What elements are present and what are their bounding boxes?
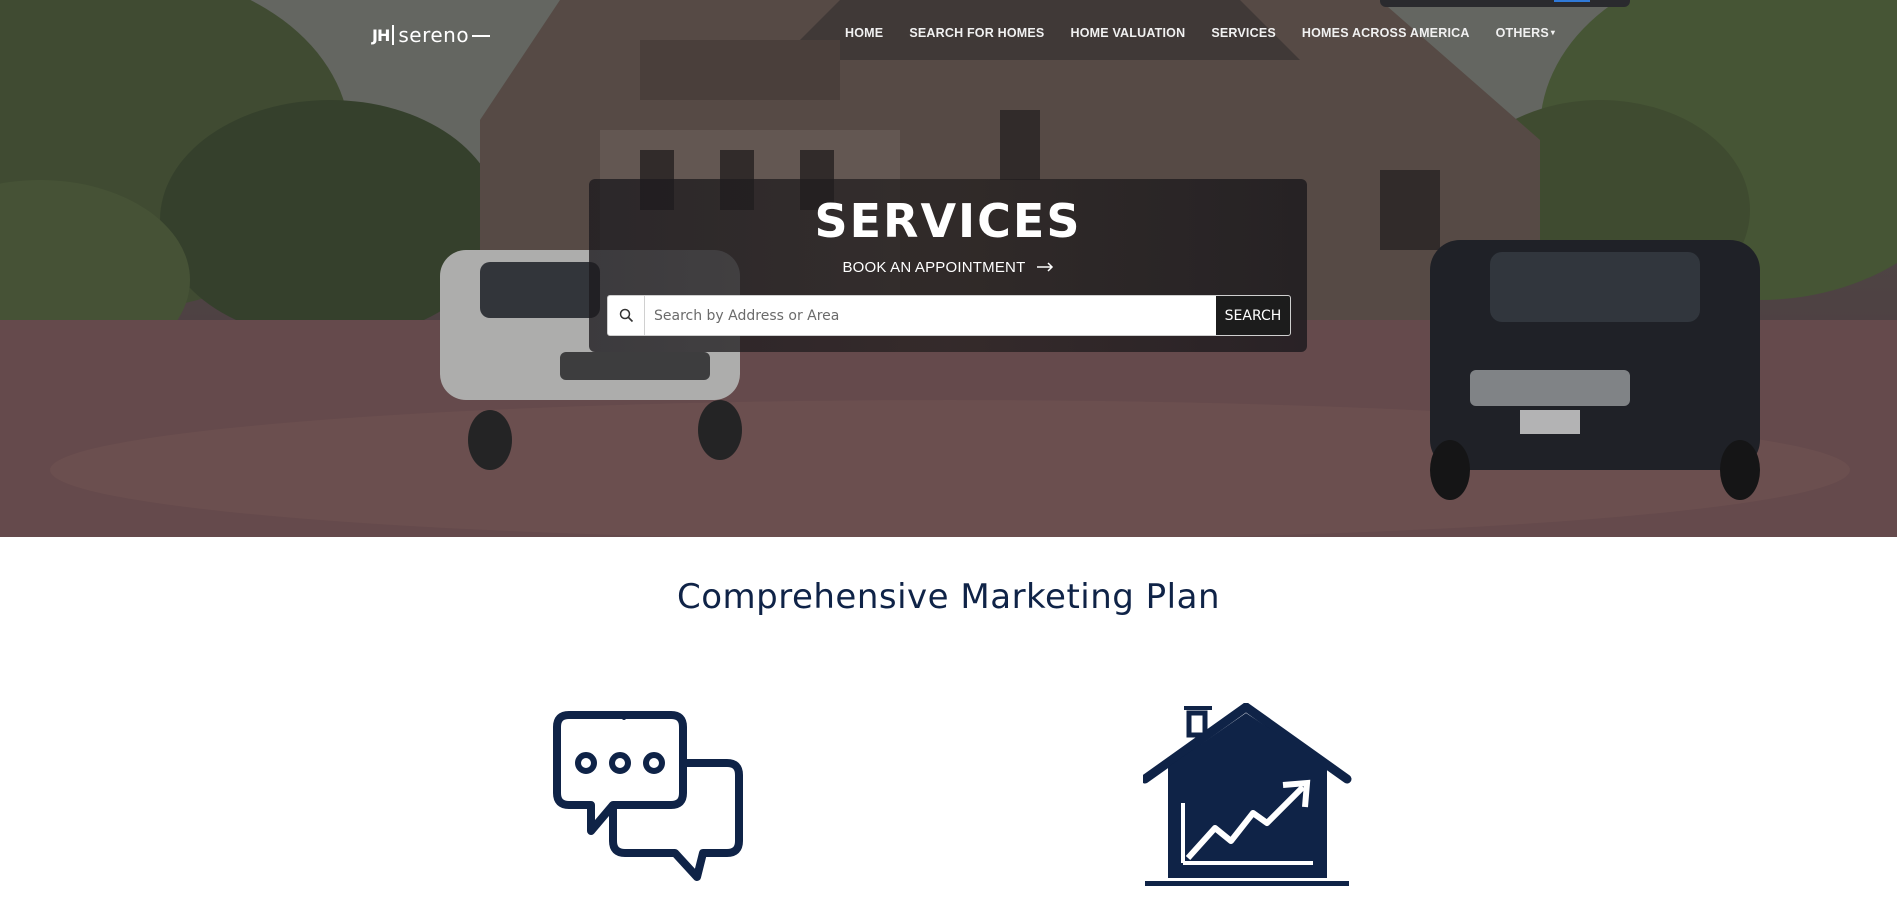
logo-mark: JH (372, 25, 390, 45)
search-bar: SEARCH (607, 295, 1291, 336)
page-title: SERVICES (814, 194, 1082, 248)
nav-others-label: OTHERS (1495, 26, 1549, 40)
nav-services[interactable]: SERVICES (1211, 26, 1276, 40)
search-button[interactable]: SEARCH (1216, 296, 1290, 335)
top-right-accent (1554, 0, 1590, 2)
nav-search-for-homes[interactable]: SEARCH FOR HOMES (909, 26, 1044, 40)
house-growth-icon (1143, 703, 1352, 886)
nav-home-valuation[interactable]: HOME VALUATION (1070, 26, 1185, 40)
logo-wordmark: sereno (398, 23, 470, 47)
logo-divider (392, 25, 395, 45)
nav-home[interactable]: HOME (845, 26, 883, 40)
nav-homes-across-america[interactable]: HOMES ACROSS AMERICA (1302, 26, 1470, 40)
search-icon[interactable] (608, 296, 645, 335)
section-title: Comprehensive Marketing Plan (676, 577, 1220, 617)
chat-bubbles-icon (553, 711, 743, 881)
main-nav: HOME SEARCH FOR HOMES HOME VALUATION SER… (845, 26, 1581, 40)
brand-logo[interactable]: JH sereno (372, 20, 491, 50)
logo-tail-line (472, 35, 491, 37)
nav-others[interactable]: OTHERS ▾ (1496, 26, 1556, 40)
hero-search-panel: SERVICES BOOK AN APPOINTMENT SEARCH (589, 179, 1307, 352)
arrow-right-icon (1036, 262, 1054, 272)
book-appointment-label: BOOK AN APPOINTMENT (842, 259, 1026, 276)
top-right-widget (1380, 0, 1630, 7)
hero-banner: JH sereno HOME SEARCH FOR HOMES HOME VAL… (0, 0, 1897, 537)
caret-down-icon: ▾ (1550, 28, 1556, 37)
top-navigation-bar: JH sereno HOME SEARCH FOR HOMES HOME VAL… (0, 0, 1897, 70)
search-input[interactable] (645, 296, 1216, 335)
book-appointment-link[interactable]: BOOK AN APPOINTMENT (589, 259, 1307, 276)
